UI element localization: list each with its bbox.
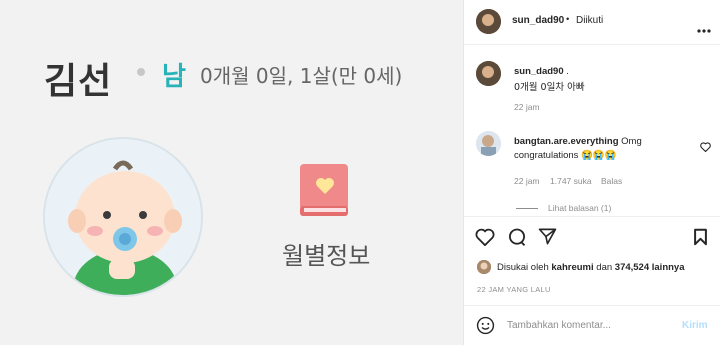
caption-header: sun_dad90 . [514, 66, 569, 77]
liker-username[interactable]: kahreumi [551, 262, 593, 273]
separator-dot [137, 68, 145, 76]
comment-likes[interactable]: 1.747 suka [550, 176, 592, 186]
liker-avatar[interactable] [477, 260, 491, 274]
post-side-panel: sun_dad90 • Diikuti sun_dad90 . 0개월 0일차 … [463, 0, 720, 345]
bookmark-icon[interactable] [693, 228, 708, 251]
reply-button[interactable]: Balas [601, 176, 622, 186]
likes-prefix: Disukai oleh [497, 262, 552, 273]
post-header: sun_dad90 • Diikuti [464, 0, 720, 45]
commenter-username[interactable]: bangtan.are.everything [514, 136, 619, 147]
commenter-avatar[interactable] [476, 131, 501, 156]
like-heart-icon[interactable] [475, 228, 495, 251]
more-horizontal-icon[interactable] [697, 20, 711, 38]
child-name: 김선 [44, 61, 113, 102]
baby-illustration [43, 137, 203, 297]
view-replies-link[interactable]: Lihat balasan (1) [548, 203, 611, 213]
post-image[interactable]: 김선 남 0개월 0일, 1살(만 0세) 월별정보 [0, 0, 463, 345]
comment-line1: bangtan.are.everything Omg [514, 136, 642, 147]
caption-username[interactable]: sun_dad90 [514, 66, 564, 77]
post-timestamp: 22 JAM YANG LALU [477, 285, 551, 294]
caption-avatar[interactable] [476, 61, 501, 86]
author-username[interactable]: sun_dad90 [512, 15, 564, 26]
author-avatar[interactable] [476, 9, 501, 34]
follow-status[interactable]: Diikuti [576, 15, 603, 26]
caption-suffix: . [563, 66, 569, 77]
child-age: 0개월 0일, 1살(만 0세) [200, 64, 403, 88]
comment-text-start: Omg [621, 136, 642, 147]
header-separator: • [566, 14, 570, 25]
comment-input[interactable]: Tambahkan komentar... [507, 320, 611, 331]
heart-icon[interactable] [700, 139, 711, 157]
share-send-icon[interactable] [538, 227, 557, 251]
composer-divider [464, 305, 720, 306]
child-gender: 남 [162, 62, 186, 92]
caption-time: 22 jam [514, 102, 540, 112]
likes-middle: dan [593, 262, 615, 273]
post-comment-button[interactable]: Kirim [682, 320, 708, 331]
emoji-smiley-icon[interactable] [476, 316, 495, 340]
book-heart-icon [298, 162, 352, 223]
comment-text-line2: congratulations 😭😭😭 [514, 150, 617, 161]
likes-count[interactable]: 374,524 lainnya [615, 262, 685, 273]
monthly-info-label: 월별정보 [282, 242, 371, 270]
caption-text: 0개월 0일차 아빠 [514, 82, 585, 93]
actions-divider [464, 216, 720, 217]
likes-summary: Disukai oleh kahreumi dan 374,524 lainny… [497, 262, 685, 273]
comment-time: 22 jam [514, 176, 540, 186]
replies-divider [516, 208, 538, 209]
comment-bubble-icon[interactable] [507, 227, 527, 252]
